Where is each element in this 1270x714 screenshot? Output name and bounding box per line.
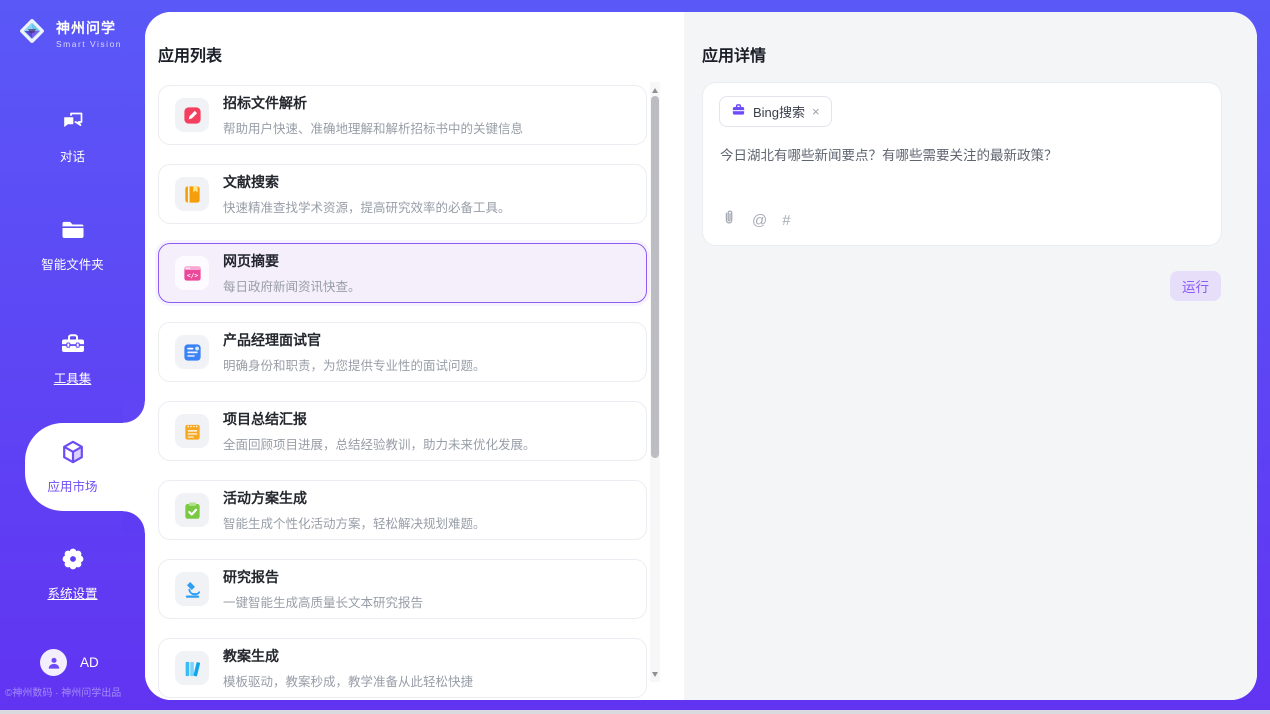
app-card-title: 项目总结汇报 [223,409,536,429]
app-card-desc: 一键智能生成高质量长文本研究报告 [223,592,423,611]
app-card-desc: 全面回顾项目进展，总结经验教训，助力未来优化发展。 [223,434,536,453]
sidebar-item-label: 对话 [0,146,145,165]
list-scrollbar[interactable] [650,82,660,682]
prompt-input[interactable]: 今日湖北有哪些新闻要点？有哪些需要关注的最新政策？ [720,146,1200,166]
scroll-up-icon[interactable] [650,84,660,96]
sidebar-item-toolset[interactable]: 工具集 [0,330,145,387]
folder-icon [59,216,87,244]
clipboard-check-icon [175,493,209,527]
app-card-tender-analysis[interactable]: 招标文件解析 帮助用户快速、准确地理解和解析招标书中的关键信息 [158,85,647,145]
gear-icon [59,545,87,573]
pencil-square-icon [175,98,209,132]
app-card-title: 招标文件解析 [223,93,523,113]
app-card-desc: 智能生成个性化活动方案，轻松解决规划难题。 [223,513,486,532]
app-card-title: 研究报告 [223,567,423,587]
sidebar-item-label: 工具集 [0,368,145,387]
browser-code-icon: </> [175,256,209,290]
sidebar-item-settings[interactable]: 系统设置 [0,545,145,602]
books-icon [175,651,209,685]
app-card-pm-interviewer[interactable]: 产品经理面试官 明确身份和职责，为您提供专业性的面试问题。 [158,322,647,382]
app-card-list: 招标文件解析 帮助用户快速、准确地理解和解析招标书中的关键信息 文献搜索 [158,85,647,700]
app-list-panel: 应用列表 招标文件解析 帮助用户快速、准确地理解和解析招标书中的关键信息 [145,12,684,700]
avatar [40,649,67,676]
person-icon [45,654,63,672]
tool-tag-bing-search[interactable]: Bing搜索 × [719,96,832,127]
sidebar-footer: ©神州数码 · 神州问学出品 [5,684,145,699]
sidebar-item-smart-folder[interactable]: 智能文件夹 [0,216,145,273]
app-card-title: 活动方案生成 [223,488,486,508]
run-button[interactable]: 运行 [1170,271,1221,301]
app-window: 神州问学 Smart Vision 对话 智能文件夹 [0,0,1270,710]
app-card-event-plan[interactable]: 活动方案生成 智能生成个性化活动方案，轻松解决规划难题。 [158,480,647,540]
hash-icon[interactable]: # [782,212,790,229]
app-card-desc: 每日政府新闻资讯快查。 [223,276,361,295]
sidebar-item-app-market[interactable]: 应用市场 [0,438,145,495]
sidebar-item-label: 智能文件夹 [0,254,145,273]
logo-subtitle: Smart Vision [56,39,122,49]
notepad-icon [175,414,209,448]
composer-toolbar: @ # [720,209,791,231]
app-card-lesson-plan[interactable]: 教案生成 模板驱动，教案秒成，教学准备从此轻松快捷 [158,638,647,698]
app-card-title: 产品经理面试官 [223,330,486,350]
scrollbar-thumb[interactable] [651,96,659,458]
sidebar-item-label: 应用市场 [0,476,145,495]
cube-icon [59,438,87,466]
app-card-desc: 快速精准查找学术资源，提高研究效率的必备工具。 [223,197,511,216]
sidebar-item-label: 系统设置 [0,583,145,602]
app-card-research-report[interactable]: 研究报告 一键智能生成高质量长文本研究报告 [158,559,647,619]
app-card-title: 文献搜索 [223,172,511,192]
logo-title: 神州问学 [56,18,122,38]
toolbox-icon [59,330,87,358]
app-card-desc: 模板驱动，教案秒成，教学准备从此轻松快捷 [223,671,473,690]
app-detail-title: 应用详情 [702,42,766,66]
microscope-icon [175,572,209,606]
app-card-literature-search[interactable]: 文献搜索 快速精准查找学术资源，提高研究效率的必备工具。 [158,164,647,224]
app-card-title: 教案生成 [223,646,473,666]
paperclip-icon[interactable] [720,209,737,231]
book-icon [175,177,209,211]
main-panel: 应用列表 招标文件解析 帮助用户快速、准确地理解和解析招标书中的关键信息 [145,12,1257,700]
chat-icon [59,108,87,136]
sidebar: 神州问学 Smart Vision 对话 智能文件夹 [0,0,145,710]
briefcase-icon [731,102,746,122]
user-initials: AD [80,655,99,670]
at-icon[interactable]: @ [752,212,767,229]
logo-text: 神州问学 Smart Vision [56,18,122,49]
app-card-web-summary[interactable]: </> 网页摘要 每日政府新闻资讯快查。 [158,243,647,303]
app-detail-panel: 应用详情 Bing搜索 × 今日湖北有哪些新闻要点？有哪些需要关注的最新政策？ [684,12,1257,700]
app-card-desc: 明确身份和职责，为您提供专业性的面试问题。 [223,355,486,374]
sidebar-item-chat[interactable]: 对话 [0,108,145,165]
app-card-title: 网页摘要 [223,251,361,271]
app-card-project-summary[interactable]: 项目总结汇报 全面回顾项目进展，总结经验教训，助力未来优化发展。 [158,401,647,461]
svg-text:</>: </> [186,272,197,279]
tool-tag-label: Bing搜索 [753,102,805,121]
close-icon[interactable]: × [812,105,820,118]
logo-diamond-icon [15,14,49,53]
scroll-down-icon[interactable] [650,668,660,680]
interview-list-icon [175,335,209,369]
prompt-composer-card: Bing搜索 × 今日湖北有哪些新闻要点？有哪些需要关注的最新政策？ @ # [702,82,1222,246]
app-card-desc: 帮助用户快速、准确地理解和解析招标书中的关键信息 [223,118,523,137]
logo: 神州问学 Smart Vision [15,14,122,53]
app-list-title: 应用列表 [158,42,222,66]
user-account[interactable]: AD [40,649,99,676]
